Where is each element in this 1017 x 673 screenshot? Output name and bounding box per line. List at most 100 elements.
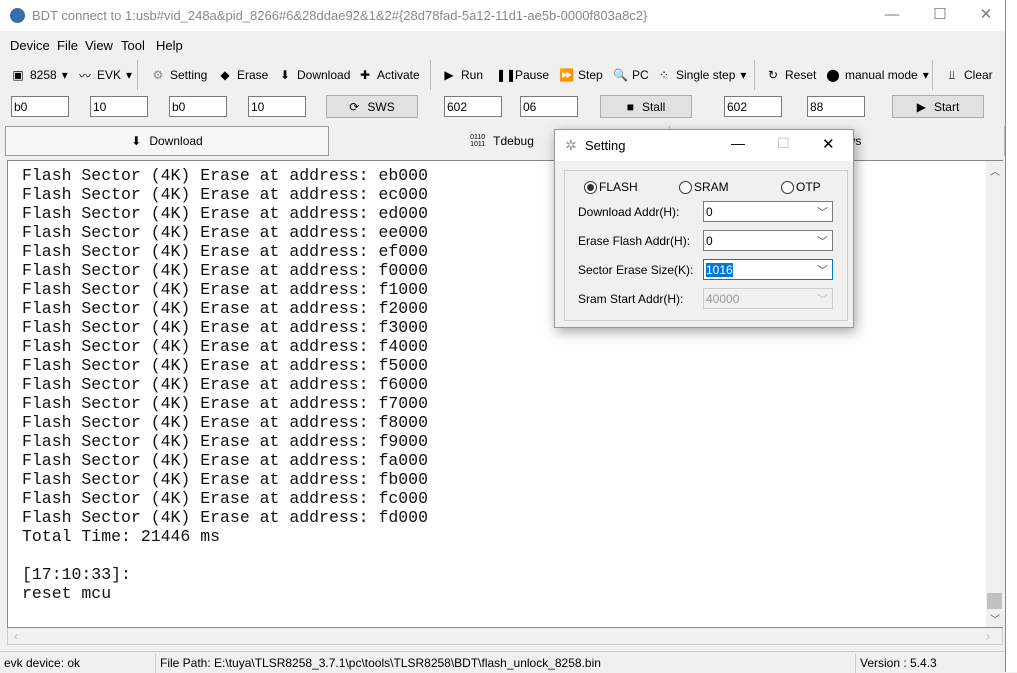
divider: [754, 60, 755, 90]
mode-dropdown[interactable]: ⬤ manual mode ▾: [826, 67, 929, 83]
radio-otp[interactable]: OTP: [781, 180, 821, 194]
log-line: [17:10:33]:: [22, 565, 131, 584]
signal-icon: 〰: [78, 68, 91, 83]
field-5[interactable]: 602: [444, 96, 502, 117]
dialog-close-button[interactable]: ✕: [822, 135, 835, 153]
log-line: Flash Sector (4K) Erase at address: eb00…: [22, 166, 428, 185]
tab-download[interactable]: ⬇ Download: [5, 126, 329, 156]
gear-icon: ⚙: [152, 68, 164, 82]
log-line: Flash Sector (4K) Erase at address: fc00…: [22, 489, 428, 508]
download-icon: ⬇: [131, 134, 142, 148]
field-3[interactable]: b0: [169, 96, 227, 117]
log-line: Flash Sector (4K) Erase at address: f700…: [22, 394, 428, 413]
erase-addr-combo[interactable]: 0 ﹀: [703, 230, 833, 251]
device-status: evk device: ok: [4, 656, 81, 670]
log-line: Flash Sector (4K) Erase at address: f200…: [22, 299, 428, 318]
log-line: Flash Sector (4K) Erase at address: f000…: [22, 261, 428, 280]
close-button[interactable]: ✕: [966, 4, 1006, 28]
divider: [855, 654, 856, 673]
status-bar: evk device: ok File Path: E:\tuya\TLSR82…: [0, 651, 1005, 673]
caret-icon: ▾: [126, 68, 133, 82]
vertical-scrollbar[interactable]: ︿ ﹀: [986, 161, 1003, 627]
scroll-up-icon[interactable]: ︿: [990, 163, 1000, 178]
app-icon: [10, 8, 25, 23]
caret-icon: ▾: [922, 68, 929, 82]
reset-button[interactable]: ↻ Reset: [766, 67, 816, 83]
field-8[interactable]: 88: [807, 96, 865, 117]
pause-button[interactable]: ❚❚ Pause: [496, 67, 549, 83]
refresh-icon: ⟳: [349, 99, 360, 114]
start-button[interactable]: ▶ Start: [892, 95, 984, 118]
setting-button[interactable]: ⚙ Setting: [151, 67, 208, 83]
scroll-right-icon[interactable]: ›: [986, 629, 990, 643]
log-line: Flash Sector (4K) Erase at address: f400…: [22, 337, 428, 356]
field-1[interactable]: b0: [11, 96, 69, 117]
dialog-title-bar: ✲ Setting — ☐ ✕: [555, 130, 853, 161]
main-window: BDT connect to 1:usb#vid_248a&pid_8266#6…: [0, 0, 1006, 673]
window-title: BDT connect to 1:usb#vid_248a&pid_8266#6…: [32, 8, 648, 23]
pc-button[interactable]: 🔍 PC: [613, 67, 649, 83]
scroll-thumb[interactable]: [987, 593, 1002, 609]
sector-size-label: Sector Erase Size(K):: [578, 263, 694, 277]
step-icon: ⏩: [559, 68, 574, 82]
chevron-down-icon: ﹀: [817, 294, 828, 306]
divider: [932, 60, 933, 90]
file-path: File Path: E:\tuya\TLSR8258_3.7.1\pc\too…: [160, 656, 601, 670]
maximize-button[interactable]: ☐: [920, 4, 960, 28]
divider: [430, 60, 431, 90]
radio-circle: [584, 180, 597, 194]
radio-flash[interactable]: FLASH: [584, 180, 638, 194]
clear-button[interactable]: ⫫ Clear: [945, 67, 993, 83]
title-bar: BDT connect to 1:usb#vid_248a&pid_8266#6…: [0, 0, 1005, 31]
download-addr-label: Download Addr(H):: [578, 205, 680, 219]
run-button[interactable]: ▶ Run: [442, 67, 483, 83]
menu-device[interactable]: Device: [10, 38, 50, 53]
divider: [137, 60, 138, 90]
version: Version : 5.4.3: [860, 656, 937, 670]
stop-icon: ■: [626, 99, 634, 114]
chevron-down-icon: ﹀: [817, 236, 828, 248]
field-6[interactable]: 06: [520, 96, 578, 117]
menu-file[interactable]: File: [57, 38, 78, 53]
horizontal-scrollbar[interactable]: ‹ ›: [7, 628, 1003, 645]
dialog-minimize-button[interactable]: —: [731, 135, 745, 151]
board-dropdown[interactable]: 〰 EVK ▾: [78, 67, 132, 83]
sector-size-combo[interactable]: 1016 ﹀: [703, 259, 833, 280]
stall-button[interactable]: ■ Stall: [600, 95, 692, 118]
scroll-left-icon[interactable]: ‹: [14, 629, 18, 643]
log-line: reset mcu: [22, 584, 112, 603]
download-button[interactable]: ⬇ Download: [278, 67, 350, 83]
log-line: Flash Sector (4K) Erase at address: ec00…: [22, 185, 428, 204]
caret-icon: ▾: [740, 68, 747, 82]
menu-tool[interactable]: Tool: [121, 38, 145, 53]
log-line: Flash Sector (4K) Erase at address: ef00…: [22, 242, 428, 261]
log-line: Flash Sector (4K) Erase at address: fa00…: [22, 451, 428, 470]
minimize-button[interactable]: —: [872, 4, 912, 28]
single-step-dropdown[interactable]: ⁘ Single step ▾: [657, 67, 746, 83]
radio-sram[interactable]: SRAM: [679, 180, 729, 194]
field-7[interactable]: 602: [724, 96, 782, 117]
step-button[interactable]: ⏩ Step: [559, 67, 603, 83]
field-2[interactable]: 10: [90, 96, 148, 117]
log-line: Flash Sector (4K) Erase at address: fb00…: [22, 470, 428, 489]
menu-help[interactable]: Help: [156, 38, 183, 53]
log-line: Flash Sector (4K) Erase at address: f300…: [22, 318, 428, 337]
field-4[interactable]: 10: [248, 96, 306, 117]
reset-icon: ↻: [767, 68, 779, 82]
scroll-down-icon[interactable]: ﹀: [990, 611, 1000, 626]
sws-button[interactable]: ⟳ SWS: [326, 95, 418, 118]
settings-icon: ✲: [565, 137, 577, 153]
download-addr-combo[interactable]: 0 ﹀: [703, 201, 833, 222]
chip-dropdown[interactable]: ▣ 8258 ▾: [11, 67, 67, 83]
log-line: Flash Sector (4K) Erase at address: ee00…: [22, 223, 428, 242]
log-text: Flash Sector (4K) Erase at address: eb00…: [22, 166, 428, 603]
log-line: Flash Sector (4K) Erase at address: f900…: [22, 432, 428, 451]
mode-icon: ⬤: [826, 68, 840, 82]
log-line: Flash Sector (4K) Erase at address: fd00…: [22, 508, 428, 527]
menu-view[interactable]: View: [85, 38, 113, 53]
erase-button[interactable]: ◆ Erase: [218, 67, 268, 83]
activate-button[interactable]: ✚ Activate: [358, 67, 420, 83]
sram-addr-combo: 40000 ﹀: [703, 288, 833, 309]
setting-dialog: ✲ Setting — ☐ ✕ FLASH SRAM OTP Download …: [554, 129, 854, 328]
